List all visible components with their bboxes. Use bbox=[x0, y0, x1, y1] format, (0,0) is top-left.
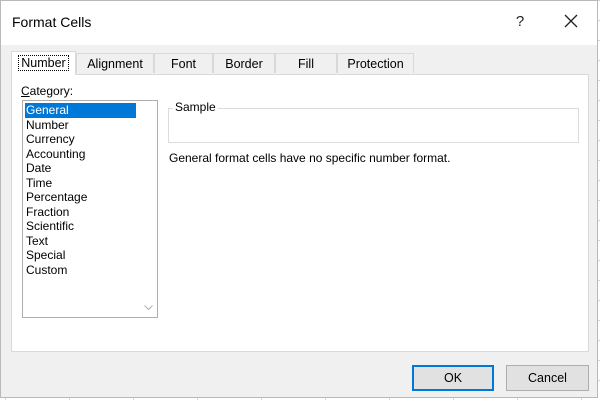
sample-group: Sample bbox=[168, 100, 579, 143]
category-item-number[interactable]: Number bbox=[25, 118, 136, 133]
tab-protection-label: Protection bbox=[347, 57, 404, 71]
tab-fill[interactable]: Fill bbox=[275, 53, 337, 73]
tab-border[interactable]: Border bbox=[213, 53, 275, 73]
category-item-special[interactable]: Special bbox=[25, 248, 136, 263]
format-cells-dialog: Format Cells ? Number Alignment Font Bor… bbox=[0, 0, 598, 398]
category-item-fraction[interactable]: Fraction bbox=[25, 205, 136, 220]
number-tab-panel: Category: General Number Currency Accoun… bbox=[11, 74, 589, 352]
format-description: General format cells have no specific nu… bbox=[169, 151, 451, 165]
category-listbox[interactable]: General Number Currency Accounting Date … bbox=[22, 100, 158, 318]
category-item-currency[interactable]: Currency bbox=[25, 132, 136, 147]
category-item-time[interactable]: Time bbox=[25, 176, 136, 191]
cancel-button[interactable]: Cancel bbox=[506, 365, 589, 391]
title-bar: Format Cells ? bbox=[1, 1, 597, 45]
tab-alignment-label: Alignment bbox=[87, 57, 143, 71]
close-icon bbox=[564, 14, 578, 28]
sample-label: Sample bbox=[173, 100, 218, 114]
category-item-text[interactable]: Text bbox=[25, 234, 136, 249]
help-button[interactable]: ? bbox=[506, 7, 534, 37]
category-scrollbar[interactable] bbox=[140, 101, 157, 317]
tab-protection[interactable]: Protection bbox=[337, 53, 414, 73]
category-item-date[interactable]: Date bbox=[25, 161, 136, 176]
tab-alignment[interactable]: Alignment bbox=[76, 53, 154, 73]
category-item-percentage[interactable]: Percentage bbox=[25, 190, 136, 205]
tab-border-label: Border bbox=[225, 57, 263, 71]
category-item-general[interactable]: General bbox=[25, 103, 136, 118]
tab-font-label: Font bbox=[170, 57, 196, 71]
category-label: Category: bbox=[21, 84, 73, 98]
category-label-rest: ategory: bbox=[29, 84, 74, 98]
tab-font[interactable]: Font bbox=[154, 53, 213, 73]
category-item-custom[interactable]: Custom bbox=[25, 263, 136, 278]
dialog-title: Format Cells bbox=[12, 14, 92, 30]
tab-number[interactable]: Number bbox=[11, 51, 76, 75]
tab-number-label: Number bbox=[18, 55, 69, 71]
close-button[interactable] bbox=[556, 7, 586, 37]
category-item-accounting[interactable]: Accounting bbox=[25, 147, 136, 162]
category-item-scientific[interactable]: Scientific bbox=[25, 219, 136, 234]
chevron-down-icon[interactable] bbox=[144, 305, 153, 311]
tab-fill-label: Fill bbox=[298, 57, 314, 71]
category-label-accelerator: C bbox=[21, 84, 30, 98]
ok-button[interactable]: OK bbox=[412, 365, 494, 391]
